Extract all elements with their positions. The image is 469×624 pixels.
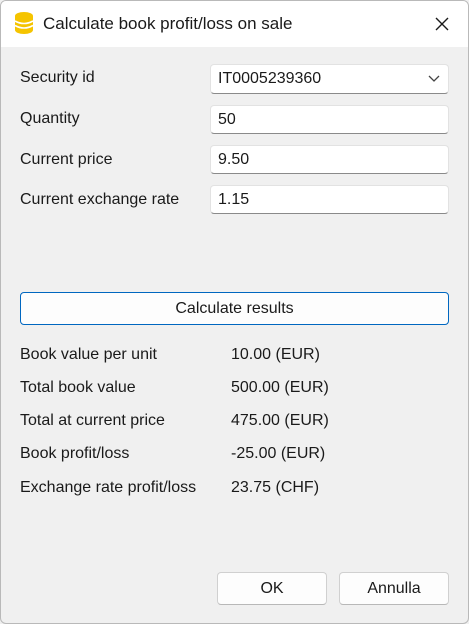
result-label: Book profit/loss <box>20 445 130 462</box>
current-price-input[interactable] <box>210 145 449 174</box>
security-id-value: IT0005239360 <box>218 70 322 87</box>
exchange-rate-label: Current exchange rate <box>20 191 180 208</box>
close-button[interactable] <box>424 6 460 42</box>
result-label: Exchange rate profit/loss <box>20 479 197 496</box>
current-price-label: Current price <box>20 151 113 168</box>
calculate-results-button[interactable]: Calculate results <box>20 292 449 325</box>
exchange-rate-input[interactable] <box>210 185 449 214</box>
close-icon <box>435 17 449 31</box>
security-id-select[interactable]: IT0005239360 <box>210 64 449 94</box>
dialog-window: Calculate book profit/loss on sale Secur… <box>0 0 469 624</box>
quantity-input[interactable] <box>210 105 449 134</box>
chevron-down-icon <box>428 75 440 82</box>
security-id-label: Security id <box>20 69 95 86</box>
quantity-label: Quantity <box>20 110 80 127</box>
result-value: 23.75 (CHF) <box>231 479 320 496</box>
result-value: 10.00 (EUR) <box>231 346 320 363</box>
result-label: Total at current price <box>20 412 165 429</box>
ok-button[interactable]: OK <box>217 572 327 605</box>
result-value: -25.00 (EUR) <box>231 445 326 462</box>
result-label: Total book value <box>20 379 136 396</box>
title-bar: Calculate book profit/loss on sale <box>1 1 468 47</box>
window-title: Calculate book profit/loss on sale <box>43 14 293 33</box>
cancel-button[interactable]: Annulla <box>339 572 449 605</box>
result-label: Book value per unit <box>20 346 157 363</box>
result-value: 475.00 (EUR) <box>231 412 329 429</box>
app-icon <box>13 11 35 35</box>
result-value: 500.00 (EUR) <box>231 379 329 396</box>
